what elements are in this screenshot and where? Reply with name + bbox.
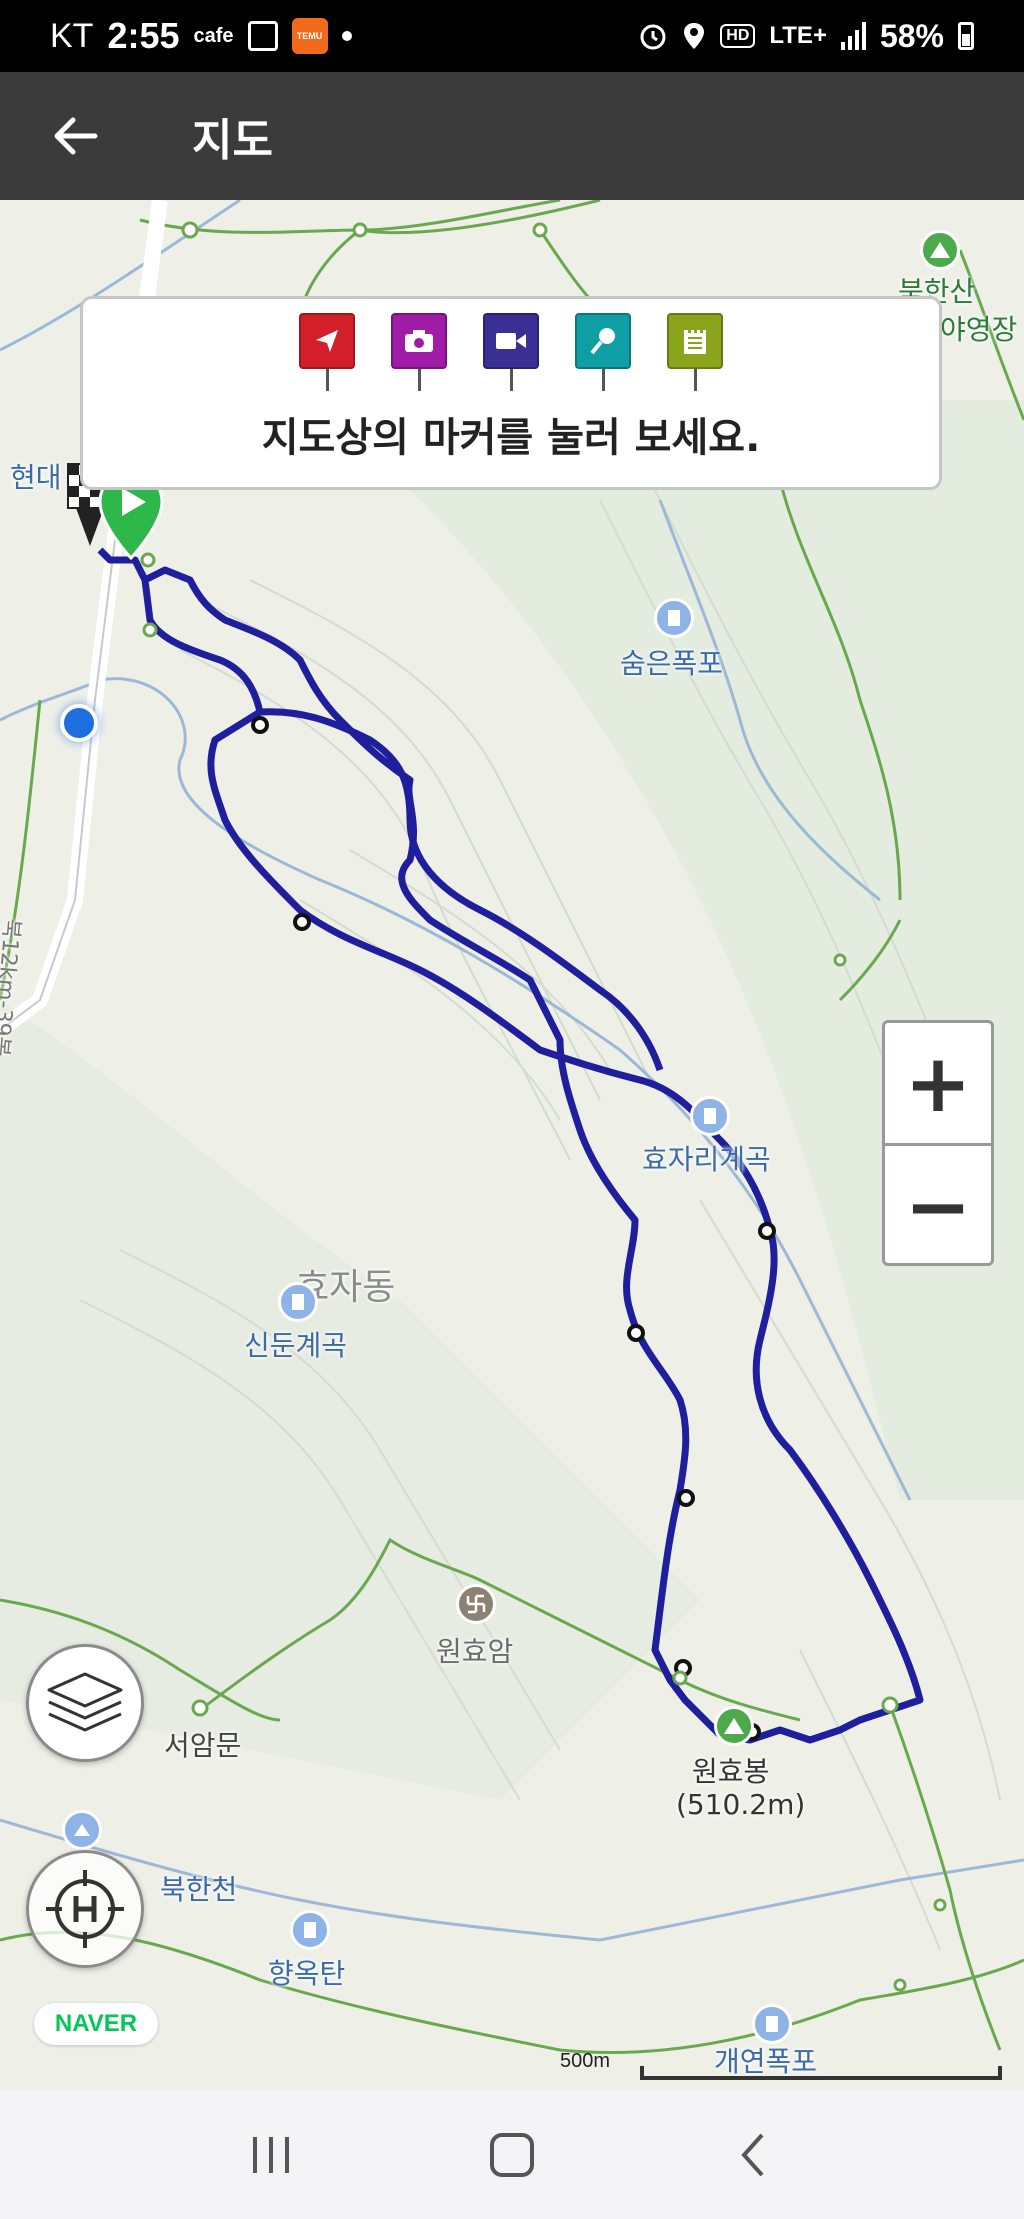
home-button[interactable] bbox=[462, 2115, 562, 2195]
screen: KT 2:55 cafe TEMU HD LTE+ 58% 지도 북한산 야영장… bbox=[0, 0, 1024, 2219]
photo-marker bbox=[391, 313, 447, 393]
home-icon bbox=[489, 2132, 534, 2177]
poi-label: 효자리계곡 bbox=[642, 1143, 771, 1176]
current-location-dot bbox=[60, 704, 98, 742]
scale-bar bbox=[640, 2066, 1002, 2080]
poi-label: (510.2m) bbox=[676, 1788, 806, 1821]
marker-legend bbox=[83, 313, 939, 393]
system-back-button[interactable] bbox=[703, 2115, 803, 2195]
poi-label: 원효봉 bbox=[692, 1755, 770, 1788]
back-button[interactable] bbox=[0, 72, 150, 200]
crosshair-h-icon bbox=[46, 1870, 124, 1948]
map-scale: 500m bbox=[560, 2048, 1010, 2088]
mountain-icon bbox=[920, 230, 960, 270]
recent-apps-icon bbox=[252, 2136, 289, 2173]
battery-icon bbox=[958, 22, 974, 50]
arrow-left-icon bbox=[54, 117, 98, 155]
navigation-arrow-icon bbox=[316, 330, 338, 352]
poi-label: 신둔계곡 bbox=[244, 1329, 348, 1362]
memo-marker bbox=[667, 313, 723, 393]
camera-icon bbox=[405, 330, 433, 352]
cafe-notification-icon: cafe bbox=[193, 24, 234, 47]
poi-label: 현대 bbox=[10, 461, 62, 494]
poi-label: 숨은폭포 bbox=[620, 647, 724, 680]
valley-icon bbox=[278, 1282, 318, 1322]
poi-label: 야영장 bbox=[940, 313, 1018, 346]
location-pin-icon bbox=[684, 23, 705, 49]
app-bar: 지도 bbox=[0, 72, 1024, 200]
system-nav-bar bbox=[0, 2090, 1024, 2219]
zoom-out-button[interactable]: − bbox=[885, 1146, 991, 1266]
more-notifications-icon bbox=[341, 31, 352, 41]
poi-label: 원효암 bbox=[436, 1635, 514, 1668]
temu-notification-icon: TEMU bbox=[291, 18, 328, 54]
video-camera-icon bbox=[496, 333, 526, 349]
layers-icon bbox=[47, 1672, 123, 1732]
dam-icon bbox=[62, 1810, 102, 1850]
video-marker bbox=[483, 313, 539, 393]
layers-button[interactable] bbox=[26, 1644, 144, 1762]
zoom-in-button[interactable]: + bbox=[885, 1023, 991, 1143]
page-title: 지도 bbox=[192, 115, 273, 166]
temple-icon bbox=[456, 1584, 496, 1624]
marker-help-card: 지도상의 마커를 눌러 보세요. bbox=[80, 296, 942, 490]
alarm-icon bbox=[640, 24, 666, 50]
naver-logo: NAVER bbox=[34, 2003, 158, 2045]
carrier-text: KT bbox=[50, 16, 94, 55]
clock-text: 2:55 bbox=[107, 15, 180, 56]
valley-icon bbox=[690, 1096, 730, 1136]
map-view[interactable]: 북한산 야영장 현대 숨은폭포 북12km-39봉 효자리계곡 효자동 신둔계곡… bbox=[0, 200, 1024, 2090]
scale-label: 500m bbox=[560, 2050, 611, 2072]
waterfall-icon bbox=[654, 598, 694, 638]
battery-percent: 58% bbox=[879, 17, 944, 54]
hd-voice-icon: HD bbox=[720, 24, 756, 48]
poi-label: 서암문 bbox=[164, 1729, 242, 1762]
status-bar: KT 2:55 cafe TEMU HD LTE+ 58% bbox=[0, 0, 1024, 72]
zoom-control: + − bbox=[882, 1020, 994, 1266]
recent-apps-button[interactable] bbox=[221, 2115, 321, 2195]
gallery-notification-icon bbox=[247, 21, 278, 51]
microphone-icon bbox=[590, 328, 615, 355]
signal-icon bbox=[840, 22, 866, 50]
marker-help-text: 지도상의 마커를 눌러 보세요. bbox=[261, 415, 761, 461]
waterfall-icon bbox=[290, 1910, 330, 1950]
poi-label: 향옥탄 bbox=[268, 1957, 346, 1990]
mountain-icon bbox=[714, 1706, 754, 1746]
notepad-icon bbox=[684, 328, 706, 354]
my-location-button[interactable] bbox=[26, 1850, 144, 1968]
direction-marker bbox=[299, 313, 355, 393]
waterfall-icon bbox=[752, 2004, 792, 2044]
poi-label: 북한천 bbox=[160, 1873, 238, 1906]
lte-icon: LTE+ bbox=[769, 22, 827, 49]
audio-marker bbox=[575, 313, 631, 393]
back-chevron-icon bbox=[741, 2133, 764, 2176]
